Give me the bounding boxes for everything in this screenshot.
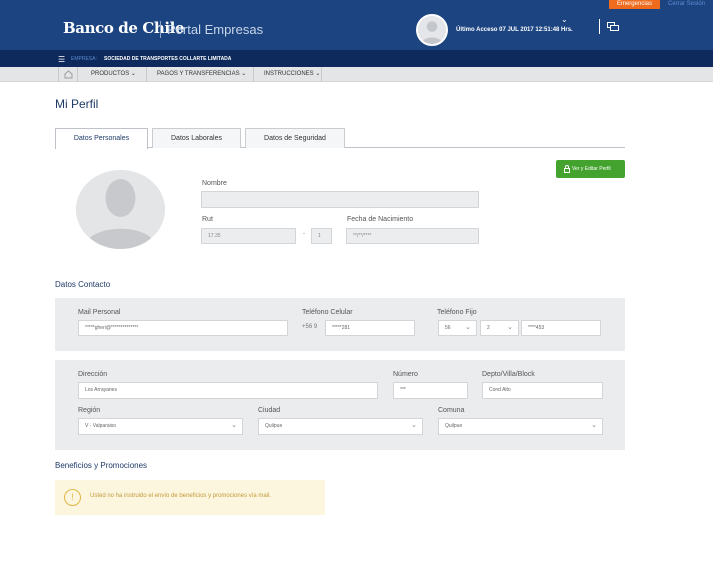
- menu-divider: [146, 67, 147, 82]
- logout-link[interactable]: Cerrar Sesión: [659, 0, 713, 9]
- user-silhouette-icon: [418, 16, 446, 44]
- edit-profile-button[interactable]: Ver y Editar Perfil: [556, 160, 625, 178]
- region-label: Región: [78, 407, 101, 414]
- ciudad-label: Ciudad: [258, 407, 281, 414]
- chevron-down-icon: ⌄: [591, 422, 597, 429]
- chevron-down-icon: ⌄: [231, 422, 237, 429]
- chevron-down-icon: ⌄: [465, 324, 471, 331]
- lock-icon: [564, 165, 570, 173]
- emergencias-button[interactable]: Emergencias: [608, 0, 660, 9]
- celular-field[interactable]: *****281: [325, 320, 415, 336]
- benefits-notice-text: Usted no ha instruido el envío de benefi…: [90, 493, 272, 499]
- ciudad-value: Quilpue: [265, 423, 283, 429]
- comuna-label: Comuna: [438, 407, 465, 414]
- header-divider: [599, 19, 600, 34]
- chevron-down-icon: ⌄: [411, 422, 417, 429]
- portal-title: Portal Empresas: [167, 22, 264, 37]
- home-icon: [64, 70, 73, 79]
- numero-label: Número: [393, 371, 418, 378]
- company-label: EMPRESA:: [71, 56, 97, 62]
- rut-dash: -: [303, 231, 305, 237]
- fijo-country-value: 56: [445, 325, 451, 331]
- comuna-select[interactable]: Quilpue ⌄: [438, 418, 603, 435]
- ciudad-select[interactable]: Quilpue ⌄: [258, 418, 423, 435]
- menu-productos[interactable]: PRODUCTOS ⌄: [91, 70, 136, 77]
- mail-field[interactable]: *****gheri@**************: [78, 320, 288, 336]
- mail-label: Mail Personal: [78, 309, 121, 316]
- last-access-text: Último Acceso 07 JUL 2017 12:51:48 Hrs.: [456, 27, 573, 33]
- datos-contacto-title: Datos Contacto: [55, 280, 111, 289]
- numero-field[interactable]: ***: [393, 382, 468, 399]
- nombre-field[interactable]: [201, 191, 479, 208]
- company-name[interactable]: SOCIEDAD DE TRANSPORTES COLLARTE LIMITAD…: [104, 56, 231, 62]
- page-title: Mi Perfil: [55, 97, 99, 111]
- edit-profile-label: Ver y Editar Perfil: [572, 166, 611, 172]
- region-select[interactable]: V - Valparaiso ⌄: [78, 418, 243, 435]
- tab-datos-seguridad[interactable]: Datos de Seguridad: [245, 128, 345, 148]
- menu-divider: [321, 67, 322, 82]
- tab-datos-personales[interactable]: Datos Personales: [55, 128, 148, 149]
- fijo-label: Teléfono Fijo: [437, 309, 477, 316]
- profile-photo: [76, 170, 165, 249]
- menu-instrucciones-label: INSTRUCCIONES: [264, 71, 314, 77]
- tab-datos-laborales[interactable]: Datos Laborales: [152, 128, 241, 148]
- rut-dv-field[interactable]: 1: [311, 228, 332, 244]
- user-silhouette-icon: [76, 170, 165, 249]
- address-panel: [55, 360, 625, 450]
- fecha-nacimiento-field[interactable]: **/**/****: [346, 228, 479, 244]
- celular-label: Teléfono Celular: [302, 309, 353, 316]
- nombre-label: Nombre: [202, 180, 227, 187]
- fecha-nacimiento-label: Fecha de Nacimiento: [347, 216, 414, 223]
- chevron-down-icon[interactable]: ⌄: [561, 15, 568, 24]
- comuna-value: Quilpue: [445, 423, 463, 429]
- user-avatar[interactable]: [416, 14, 448, 46]
- home-button[interactable]: [58, 67, 78, 82]
- beneficios-title: Beneficios y Promociones: [55, 461, 148, 470]
- direccion-label: Dirección: [78, 371, 108, 378]
- fijo-area-select[interactable]: 2 ⌄: [480, 320, 519, 336]
- messages-icon[interactable]: [607, 21, 619, 33]
- benefits-notice: ! Usted no ha instruido el envío de bene…: [55, 480, 325, 515]
- menu-pagos[interactable]: PAGOS Y TRANSFERENCIAS ⌄: [157, 70, 246, 77]
- hamburger-menu-icon[interactable]: ☰: [58, 56, 65, 64]
- celular-prefix: +56 9: [302, 324, 318, 330]
- chevron-down-icon: ⌄: [507, 324, 513, 331]
- fijo-area-value: 2: [487, 325, 490, 331]
- depto-field[interactable]: Cond Alto: [482, 382, 603, 399]
- menu-pagos-label: PAGOS Y TRANSFERENCIAS: [157, 71, 240, 77]
- info-icon: !: [64, 489, 81, 506]
- region-value: V - Valparaiso: [85, 423, 117, 429]
- rut-field[interactable]: 17.35: [201, 228, 296, 244]
- menu-divider: [253, 67, 254, 82]
- rut-label: Rut: [202, 216, 213, 223]
- top-links: Emergencias Cerrar Sesión: [608, 0, 713, 9]
- menu-instrucciones[interactable]: INSTRUCCIONES ⌄: [264, 70, 320, 77]
- logo-divider: [160, 21, 161, 38]
- bank-logo[interactable]: Banco de Chile: [63, 19, 185, 37]
- depto-label: Depto/Villa/Block: [482, 371, 535, 378]
- direccion-field[interactable]: Los Arrayanes: [78, 382, 378, 399]
- fijo-country-select[interactable]: 56 ⌄: [438, 320, 477, 336]
- fijo-field[interactable]: ****453: [521, 320, 601, 336]
- menu-productos-label: PRODUCTOS: [91, 71, 130, 77]
